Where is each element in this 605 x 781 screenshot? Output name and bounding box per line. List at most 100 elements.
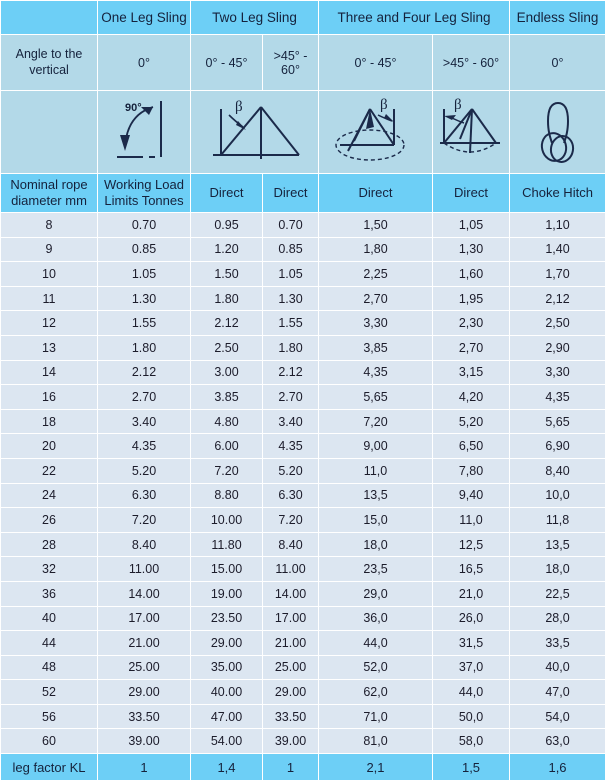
endless-sling-diagram xyxy=(510,91,605,174)
cell-choke-hitch: 13,5 xyxy=(510,532,605,557)
cell-two-leg-high: 7.20 xyxy=(263,508,319,533)
cell-multi-leg-low: 62,0 xyxy=(319,680,433,705)
cell-two-leg-low: 29.00 xyxy=(191,631,263,656)
cell-multi-leg-low: 36,0 xyxy=(319,606,433,631)
cell-multi-leg-low: 18,0 xyxy=(319,532,433,557)
angle-to-vertical-row: Angle to the vertical 0° 0° - 45° >45° -… xyxy=(1,35,605,91)
cell-wll: 7.20 xyxy=(98,508,191,533)
cell-multi-leg-low: 5,65 xyxy=(319,385,433,410)
sub-header-nominal-rope-diameter: Nominal rope diameter mm xyxy=(1,174,98,213)
table-row: 246.308.806.3013,59,4010,0 xyxy=(1,483,605,508)
angle-value-one-leg: 0° xyxy=(98,35,191,91)
cell-choke-hitch: 47,0 xyxy=(510,680,605,705)
angle-value-two-leg-high: >45° - 60° xyxy=(263,35,319,91)
cell-rope-diameter: 11 xyxy=(1,286,98,311)
group-header-three-four-leg-sling: Three and Four Leg Sling xyxy=(319,1,510,35)
table-row: 267.2010.007.2015,011,011,8 xyxy=(1,508,605,533)
cell-multi-leg-high: 9,40 xyxy=(433,483,510,508)
cell-multi-leg-high: 2,30 xyxy=(433,311,510,336)
cell-multi-leg-high: 1,60 xyxy=(433,262,510,287)
table-row: 204.356.004.359,006,506,90 xyxy=(1,434,605,459)
cell-two-leg-low: 23.50 xyxy=(191,606,263,631)
cell-choke-hitch: 1,40 xyxy=(510,237,605,262)
cell-choke-hitch: 2,50 xyxy=(510,311,605,336)
leg-factor-two-leg-high: 1 xyxy=(263,754,319,781)
cell-wll: 4.35 xyxy=(98,434,191,459)
cell-rope-diameter: 8 xyxy=(1,213,98,238)
table-row: 4017.0023.5017.0036,026,028,0 xyxy=(1,606,605,631)
table-row: 288.4011.808.4018,012,513,5 xyxy=(1,532,605,557)
cell-rope-diameter: 18 xyxy=(1,409,98,434)
cell-wll: 1.05 xyxy=(98,262,191,287)
cell-two-leg-high: 6.30 xyxy=(263,483,319,508)
leg-factor-label: leg factor KL xyxy=(1,754,98,781)
cell-choke-hitch: 3,30 xyxy=(510,360,605,385)
cell-rope-diameter: 13 xyxy=(1,335,98,360)
cell-multi-leg-high: 3,15 xyxy=(433,360,510,385)
cell-choke-hitch: 54,0 xyxy=(510,704,605,729)
cell-two-leg-high: 3.40 xyxy=(263,409,319,434)
cell-multi-leg-low: 11,0 xyxy=(319,458,433,483)
cell-multi-leg-high: 21,0 xyxy=(433,581,510,606)
three-leg-sling-diagram: β xyxy=(319,91,433,174)
cell-rope-diameter: 56 xyxy=(1,704,98,729)
cell-two-leg-low: 3.00 xyxy=(191,360,263,385)
cell-two-leg-high: 33.50 xyxy=(263,704,319,729)
one-leg-sling-diagram: 90° xyxy=(98,91,191,174)
cell-multi-leg-low: 71,0 xyxy=(319,704,433,729)
cell-two-leg-low: 2.50 xyxy=(191,335,263,360)
cell-two-leg-low: 15.00 xyxy=(191,557,263,582)
cell-wll: 11.00 xyxy=(98,557,191,582)
cell-two-leg-high: 5.20 xyxy=(263,458,319,483)
cell-multi-leg-low: 9,00 xyxy=(319,434,433,459)
four-leg-sling-diagram: β xyxy=(433,91,510,174)
cell-wll: 1.30 xyxy=(98,286,191,311)
cell-two-leg-high: 4.35 xyxy=(263,434,319,459)
cell-choke-hitch: 1,70 xyxy=(510,262,605,287)
cell-wll: 2.12 xyxy=(98,360,191,385)
cell-rope-diameter: 52 xyxy=(1,680,98,705)
two-leg-beta-label: β xyxy=(235,99,243,115)
group-header-endless-sling: Endless Sling xyxy=(510,1,605,35)
table-row: 101.051.501.052,251,601,70 xyxy=(1,262,605,287)
cell-multi-leg-high: 12,5 xyxy=(433,532,510,557)
four-leg-beta-label: β xyxy=(454,97,462,113)
table-row: 131.802.501.803,852,702,90 xyxy=(1,335,605,360)
cell-choke-hitch: 8,40 xyxy=(510,458,605,483)
group-header-one-leg-sling: One Leg Sling xyxy=(98,1,191,35)
sub-header-choke-hitch: Choke Hitch xyxy=(510,174,605,213)
cell-choke-hitch: 33,5 xyxy=(510,631,605,656)
cell-wll: 0.70 xyxy=(98,213,191,238)
cell-multi-leg-low: 1,80 xyxy=(319,237,433,262)
cell-multi-leg-high: 6,50 xyxy=(433,434,510,459)
cell-multi-leg-high: 58,0 xyxy=(433,729,510,754)
cell-rope-diameter: 24 xyxy=(1,483,98,508)
sub-header-direct-two-leg-low: Direct xyxy=(191,174,263,213)
cell-rope-diameter: 16 xyxy=(1,385,98,410)
cell-two-leg-high: 0.70 xyxy=(263,213,319,238)
angle-row-label: Angle to the vertical xyxy=(1,35,98,91)
cell-multi-leg-low: 7,20 xyxy=(319,409,433,434)
cell-two-leg-high: 1.80 xyxy=(263,335,319,360)
cell-two-leg-high: 21.00 xyxy=(263,631,319,656)
cell-two-leg-high: 1.55 xyxy=(263,311,319,336)
cell-choke-hitch: 22,5 xyxy=(510,581,605,606)
cell-two-leg-low: 0.95 xyxy=(191,213,263,238)
cell-multi-leg-high: 1,30 xyxy=(433,237,510,262)
cell-multi-leg-high: 4,20 xyxy=(433,385,510,410)
cell-two-leg-low: 3.85 xyxy=(191,385,263,410)
two-leg-sling-icon: β xyxy=(199,95,311,169)
cell-choke-hitch: 2,12 xyxy=(510,286,605,311)
endless-sling-icon xyxy=(530,95,586,169)
cell-choke-hitch: 1,10 xyxy=(510,213,605,238)
four-leg-sling-icon: β xyxy=(434,95,508,169)
cell-multi-leg-low: 23,5 xyxy=(319,557,433,582)
cell-multi-leg-high: 2,70 xyxy=(433,335,510,360)
cell-two-leg-high: 39.00 xyxy=(263,729,319,754)
two-leg-sling-diagram: β xyxy=(191,91,319,174)
cell-multi-leg-low: 3,30 xyxy=(319,311,433,336)
leg-factor-choke-hitch: 1,6 xyxy=(510,754,605,781)
cell-wll: 3.40 xyxy=(98,409,191,434)
cell-two-leg-high: 1.30 xyxy=(263,286,319,311)
cell-two-leg-high: 17.00 xyxy=(263,606,319,631)
